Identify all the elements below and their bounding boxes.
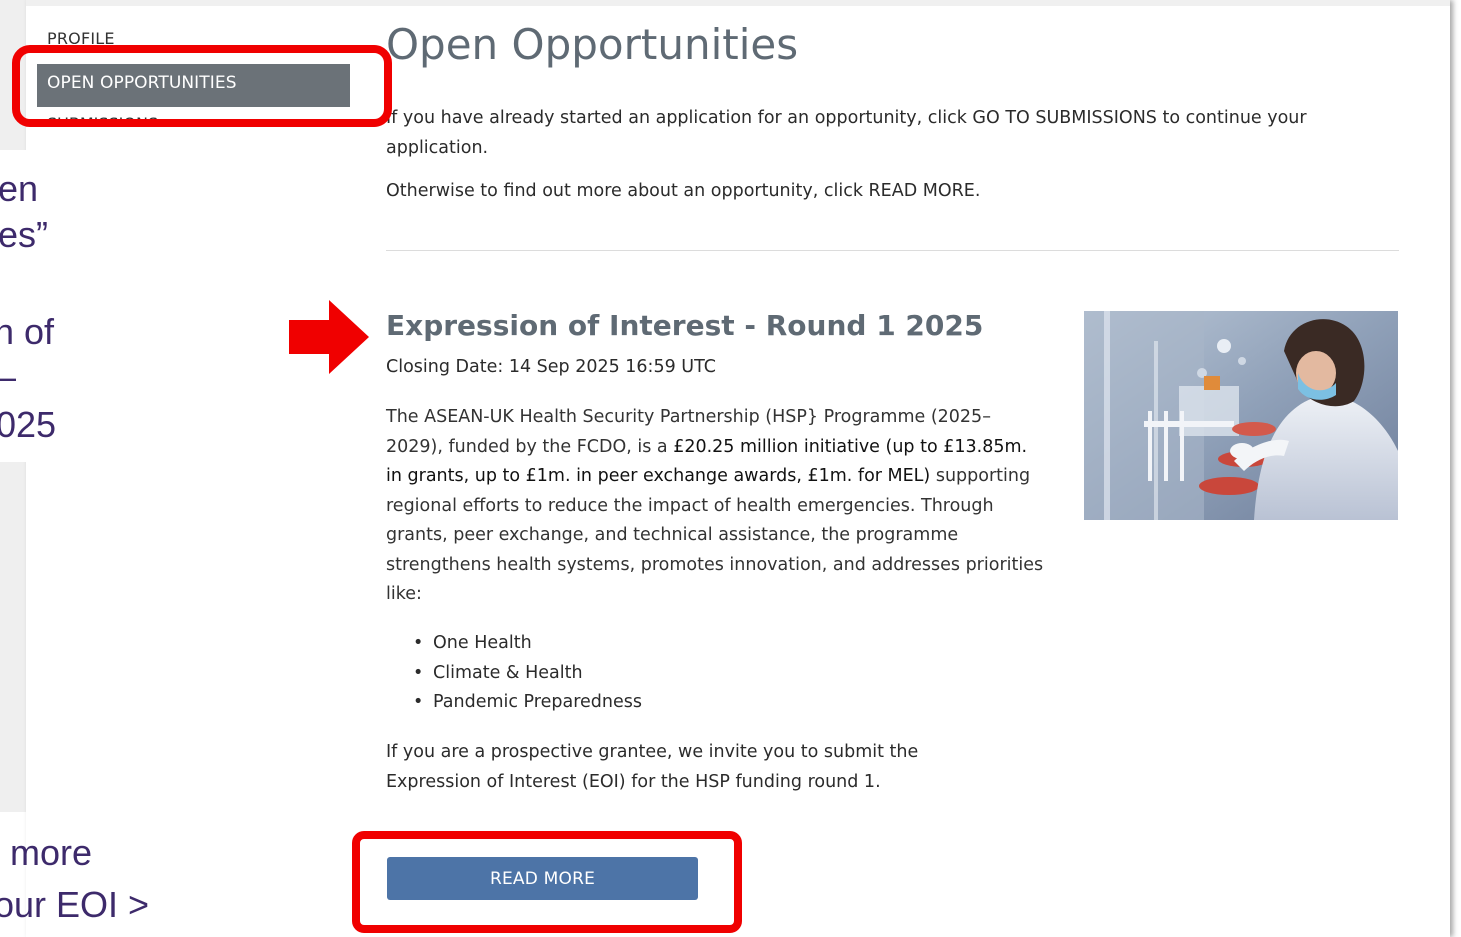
opportunity-title: Expression of Interest - Round 1 2025: [386, 309, 984, 342]
list-item: Climate & Health: [416, 659, 642, 689]
highlight-ring-button: [352, 831, 742, 933]
highlight-ring-nav: [12, 45, 392, 127]
overlay-text-line: more: [10, 832, 93, 873]
closing-date: Closing Date: 14 Sep 2025 16:59 UTC: [386, 357, 716, 377]
overlay-text-line: n of: [0, 311, 55, 352]
page-title: Open Opportunities: [386, 20, 799, 69]
overlay-text-line: 025: [0, 404, 57, 445]
intro-paragraph: Otherwise to find out more about an oppo…: [386, 181, 981, 201]
list-item: Pandemic Preparedness: [416, 688, 642, 718]
opportunity-image: [1084, 311, 1398, 520]
lab-scientist-illustration: [1084, 311, 1398, 520]
card-top-divider: [26, 0, 1450, 6]
priority-list: One Health Climate & Health Pandemic Pre…: [416, 629, 642, 718]
overlay-text-line: our EOI >: [0, 884, 150, 925]
intro-paragraph: If you have already started an applicati…: [386, 108, 1307, 158]
opportunity-description: The ASEAN-UK Health Security Partnership…: [386, 403, 1046, 610]
overlay-text-line: en: [0, 168, 39, 209]
divider: [386, 250, 1399, 251]
overlay-text-line: es”: [0, 214, 49, 255]
description-text: supporting regional efforts to reduce th…: [386, 466, 1044, 604]
red-arrow-icon: [289, 300, 369, 374]
overlay-text-line: –: [0, 356, 16, 398]
screen: PROFILE OPEN OPPORTUNITIES SUBMISSIONS e…: [0, 0, 1461, 937]
invite-text: If you are a prospective grantee, we inv…: [386, 742, 919, 792]
list-item: One Health: [416, 629, 642, 659]
